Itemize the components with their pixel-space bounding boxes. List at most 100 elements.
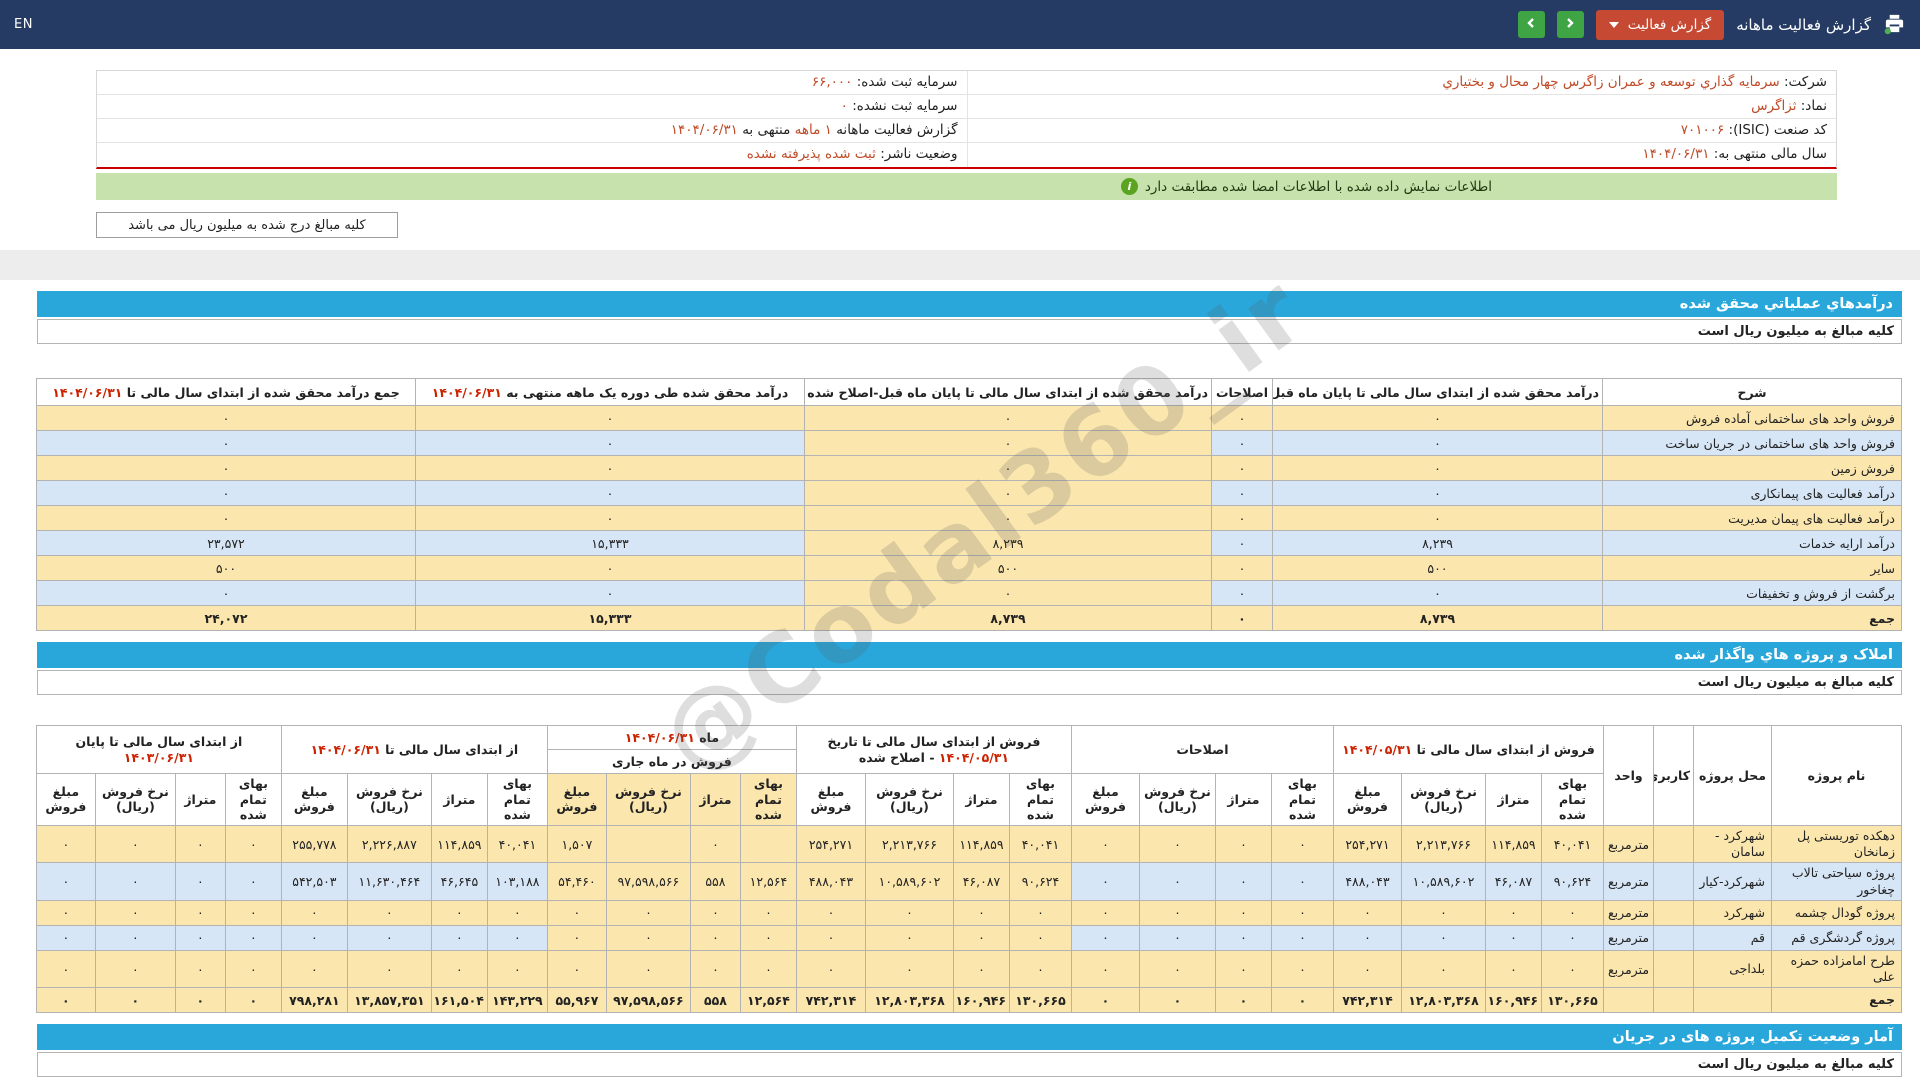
project-cell: ۰ [546, 949, 607, 989]
income-cell: ۵۰۰ [804, 555, 1212, 581]
column-header: درآمد محقق شده طی دوره یک ماهه منتهی به … [415, 378, 805, 406]
project-usage [1653, 899, 1694, 926]
income-cell: ۰ [36, 580, 416, 606]
signed-data-text: اطلاعات نمایش داده شده با اطلاعات امضا ش… [1144, 178, 1492, 195]
project-cell: ۱۰,۵۸۹,۶۰۲ [1401, 862, 1486, 901]
project-cell: ۰ [1138, 899, 1216, 926]
print-button[interactable] [1883, 12, 1906, 38]
column-group-header: از ابتدای سال مالی تا پایان ۱۴۰۳/۰۶/۳۱ [35, 725, 282, 774]
project-cell: ۰ [486, 899, 548, 926]
income-row-label: برگشت از فروش و تخفیفات [1602, 580, 1902, 606]
next-report-button[interactable] [1556, 11, 1584, 38]
column-header: نرخ فروش (ریال) [1138, 773, 1216, 826]
report-period-field: گزارش فعالیت ماهانه ۱ ماهه منتهی به ۱۴۰۴… [97, 119, 967, 143]
project-cell: ۱۶۱,۵۰۴ [430, 987, 488, 1014]
project-cell: ۰ [689, 924, 741, 951]
page-title: گزارش فعالیت ماهانه [1736, 15, 1871, 34]
prev-report-button[interactable] [1517, 11, 1545, 38]
project-cell: ۰ [430, 949, 488, 989]
income-cell: ۵۰۰ [1272, 555, 1603, 581]
project-cell [739, 824, 797, 864]
project-name: دهکده توریستی پل زمانخان [1771, 824, 1902, 864]
project-cell: ۲,۲۱۳,۷۶۶ [1401, 824, 1486, 864]
language-switch-en[interactable]: EN [14, 17, 33, 32]
project-cell: ۰ [952, 924, 1010, 951]
column-header: بهای تمام شده [739, 773, 797, 826]
project-row: طرح امامزاده حمزه علی بلداجی مترمربع ۰ ۰ ۰ ۰ ۰ ۰… [35, 949, 1902, 989]
column-header: نرخ فروش (ریال) [346, 773, 432, 826]
project-cell: ۰ [35, 924, 96, 951]
income-row: فروش واحد های ساختمانی آماده فروش ۰ ۰ ۰ ۰ ۰ [36, 405, 1902, 431]
income-cell: ۸,۷۳۹ [804, 605, 1212, 631]
project-cell: ۰ [174, 824, 226, 864]
income-cell: ۰ [415, 580, 805, 606]
project-cell: ۰ [1270, 824, 1334, 864]
ticker-field: نماد: ثزاگرس [966, 95, 1836, 119]
project-cell: ۵۴۲,۵۰۳ [280, 862, 348, 901]
report-type-label: گزارش فعالیت [1627, 16, 1712, 33]
fiscal-year-end-field: سال مالی منتهی به: ۱۴۰۴/۰۶/۳۱ [966, 143, 1837, 167]
project-cell: ۰ [1214, 862, 1272, 901]
project-cell: ۰ [605, 899, 691, 926]
column-header: شرح [1602, 378, 1902, 406]
column-header: محل پروژه [1693, 725, 1772, 826]
project-cell [605, 824, 691, 864]
project-cell: ۵۵۸ [689, 862, 741, 901]
projects-header-row-1: نام پروژه محل پروژه کاربری واحد فروش از … [35, 725, 1902, 826]
income-row: درآمد فعالیت های پیمان مدیریت ۰ ۰ ۰ ۰ ۰ [36, 505, 1902, 531]
project-cell: ۰ [35, 899, 96, 926]
project-cell: ۰ [94, 824, 176, 864]
project-cell: ۰ [94, 899, 176, 926]
project-cell: ۰ [1214, 949, 1272, 989]
project-cell: ۰ [1138, 924, 1216, 951]
project-cell: ۰ [280, 949, 348, 989]
project-cell: ۰ [795, 924, 866, 951]
project-cell: ۴۰,۰۴۱ [1541, 824, 1604, 864]
project-cell: ۰ [864, 924, 954, 951]
income-row: سایر ۵۰۰ ۰ ۵۰۰ ۰ ۵۰۰ [36, 555, 1902, 581]
column-group-header: از ابتدای سال مالی تا ۱۴۰۴/۰۶/۳۱ [280, 725, 548, 774]
transferred-projects-table: نام پروژه محل پروژه کاربری واحد فروش از … [35, 725, 1902, 1014]
column-header: بهای تمام شده [1541, 773, 1604, 826]
income-cell: ۰ [415, 405, 805, 431]
project-cell: ۰ [689, 824, 741, 864]
project-cell: ۲,۲۱۳,۷۶۶ [864, 824, 954, 864]
operating-income-table: شرح درآمد محقق شده از ابتدای سال مالی تا… [36, 378, 1902, 631]
project-unit: مترمربع [1603, 824, 1654, 864]
project-cell: ۰ [224, 987, 282, 1014]
project-cell: ۰ [1401, 899, 1486, 926]
column-header: نرخ فروش (ریال) [605, 773, 691, 826]
project-usage [1653, 824, 1694, 864]
income-row-label: فروش واحد های ساختمانی در جریان ساخت [1602, 430, 1902, 456]
project-cell: ۷۴۲,۳۱۴ [1332, 987, 1403, 1014]
column-group-subheader: فروش در ماه جاری [546, 749, 797, 774]
top-navigation-bar: گزارش فعالیت ماهانه گزارش فعالیت EN [0, 0, 1920, 49]
info-icon: i [1120, 178, 1138, 195]
project-cell: ۰ [430, 899, 488, 926]
project-cell: ۱۳,۸۵۷,۳۵۱ [346, 987, 432, 1014]
project-cell: ۰ [486, 949, 548, 989]
project-cell: ۰ [1214, 987, 1272, 1014]
project-cell: ۴۶,۰۸۷ [952, 862, 1010, 901]
project-cell: ۰ [280, 924, 348, 951]
project-cell: ۱۱۴,۸۵۹ [952, 824, 1010, 864]
project-cell: ۰ [1138, 862, 1216, 901]
report-type-dropdown[interactable]: گزارش فعالیت [1595, 9, 1725, 40]
project-cell: ۰ [486, 924, 548, 951]
income-cell: ۸,۲۳۹ [804, 530, 1212, 556]
project-cell: ۰ [1070, 949, 1140, 989]
column-group-header: فروش از ابتدای سال مالی تا ۱۴۰۴/۰۵/۳۱ [1332, 725, 1605, 774]
income-cell: ۵۰۰ [36, 555, 416, 581]
income-row: جمع ۸,۷۳۹ ۰ ۸,۷۳۹ ۱۵,۳۳۳ ۲۴,۰۷۲ [36, 605, 1902, 631]
income-cell: ۰ [1272, 430, 1603, 456]
project-cell: ۱۲,۵۶۴ [739, 862, 797, 901]
income-cell: ۰ [1272, 580, 1603, 606]
project-cell: ۰ [346, 924, 432, 951]
income-cell: ۰ [415, 505, 805, 531]
project-cell: ۰ [35, 824, 96, 864]
project-row: جمع ۱۳۰,۶۶۵ ۱۶۰,۹۴۶ ۱۲,۸۰۳,۳۶۸ ۷۴۲,۳۱۴ ۰ ۰ ۰ ۰ ۱۳… [35, 987, 1902, 1014]
income-cell: ۰ [36, 430, 416, 456]
project-cell: ۰ [1138, 824, 1216, 864]
income-cell: ۰ [1211, 605, 1273, 631]
income-cell: ۰ [36, 405, 416, 431]
